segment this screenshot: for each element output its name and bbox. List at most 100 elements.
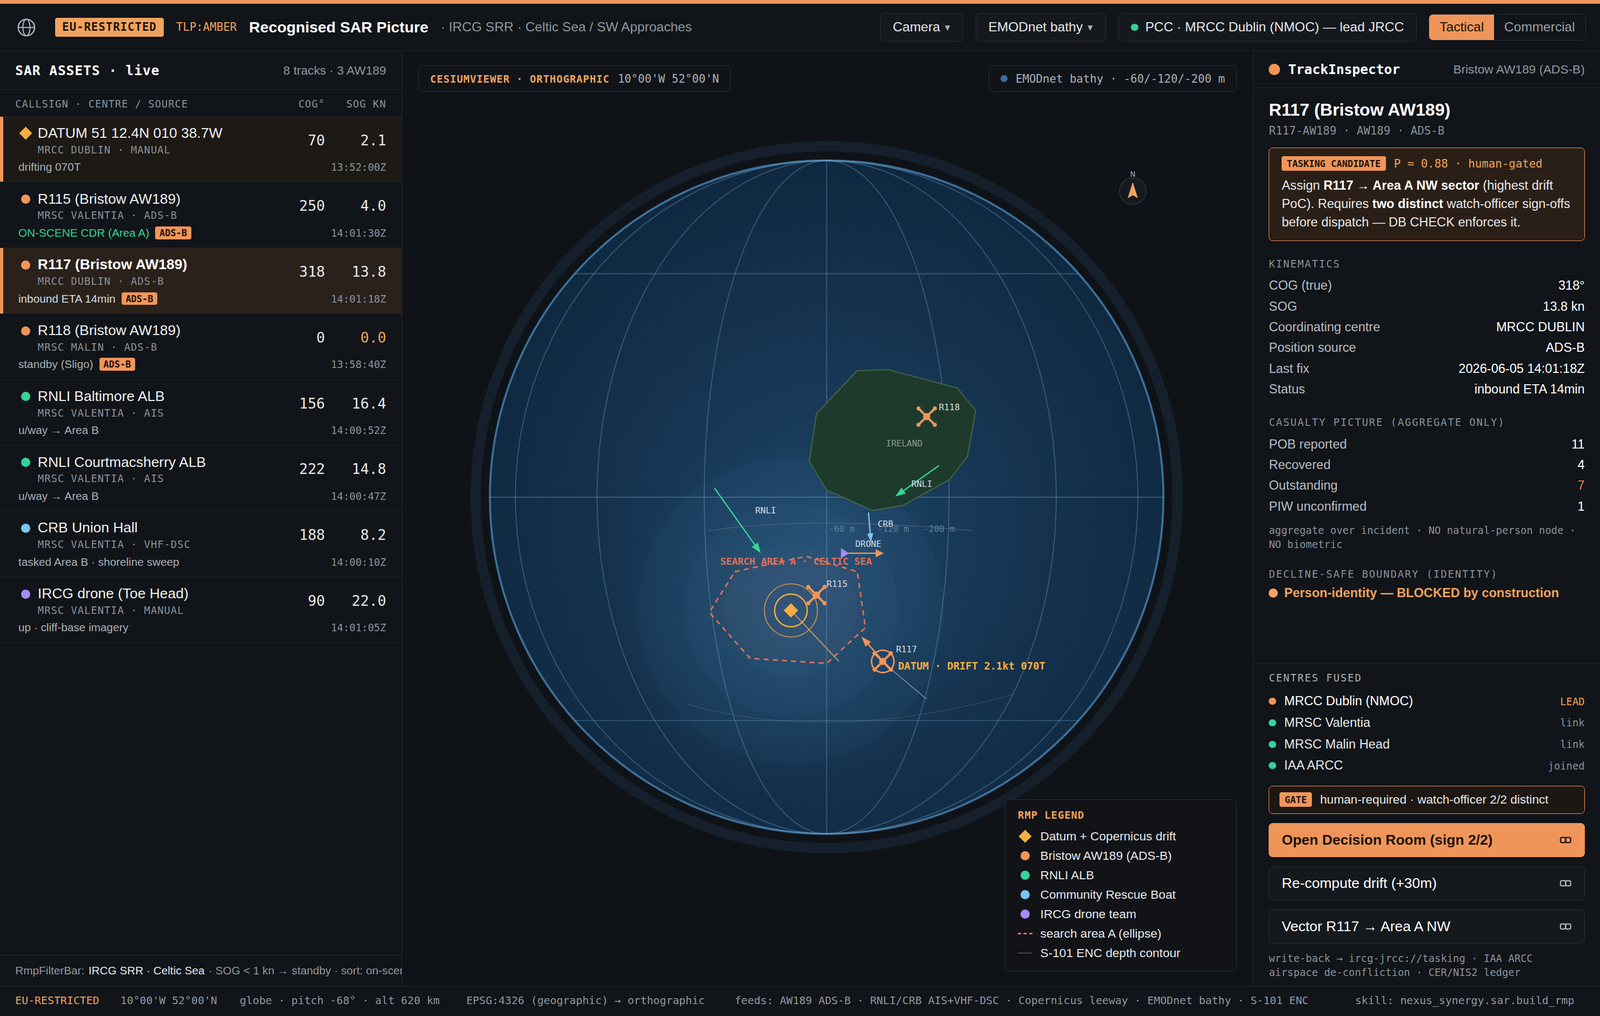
action-button[interactable]: Open Decision Room (sign 2/2)	[1268, 823, 1585, 858]
mode-label: Commercial	[1504, 19, 1576, 35]
callsign: RNLI Baltimore ALB	[37, 388, 264, 405]
row-main-line: RNLI Courtmacsherry ALBMRSC VALENTIA · A…	[18, 454, 386, 485]
row-name-block: RNLI Courtmacsherry ALBMRSC VALENTIA · A…	[37, 454, 264, 485]
legend-marker	[1017, 830, 1032, 844]
rotor	[918, 408, 935, 425]
source: MRSC VALENTIA · VHF-DSC	[37, 538, 264, 551]
mode-label: Tactical	[1439, 19, 1484, 35]
callsign: R118 (Bristow AW189)	[37, 322, 264, 339]
link-icon	[1559, 834, 1572, 847]
link-icon-wrap	[1559, 834, 1572, 847]
rotor-tip	[805, 601, 811, 606]
pcc-indicator: PCC · MRCC Dublin (NMOC) — lead JRCC	[1118, 12, 1417, 42]
hub	[812, 591, 820, 599]
kinematics-row: Coordinating centreMRCC DUBLIN	[1268, 316, 1585, 338]
caret-icon: ▾	[944, 21, 951, 34]
main-area: SAR ASSETS · live8 tracks · 3 AW189CALLS…	[0, 51, 1600, 986]
casualty-note: aggregate over incident · NO natural-per…	[1268, 523, 1585, 552]
cog-cell: 156	[263, 395, 325, 412]
asset-row[interactable]: R117 (Bristow AW189)MRCC DUBLIN · ADS-B3…	[0, 248, 402, 315]
callsign: R117 (Bristow AW189)	[37, 256, 264, 273]
globe	[489, 160, 1164, 835]
action-button[interactable]: Re-compute drift (+30m)	[1268, 866, 1585, 901]
centre-dot	[1268, 741, 1276, 749]
view-label: CESIUMVIEWER · ORTHOGRAPHIC10°00'W 52°00…	[418, 65, 731, 92]
row-status: u/way → Area B	[18, 423, 99, 437]
asset-row[interactable]: RNLI Baltimore ALB MRSC VALENTIA · AIS156…	[0, 380, 402, 446]
viewer-mode: CESIUMVIEWER · ORTHOGRAPHIC	[430, 72, 610, 85]
asset-row[interactable]: IRCG drone (Toe Head)MRSC VALENTIA · MAN…	[0, 577, 402, 644]
mode-tab[interactable]: Commercial	[1494, 14, 1586, 40]
legend-label: IRCG drone team	[1040, 907, 1137, 922]
field-value: 2026-06-05 14:01:18Z	[1458, 361, 1585, 377]
compass-needle-icon	[1127, 181, 1138, 198]
action-button[interactable]: Vector R117 → Area A NW	[1268, 909, 1585, 944]
track-id: R117-AW189 · AW189 · ADS-B	[1268, 124, 1585, 138]
sog-cell: 13.8	[324, 263, 386, 280]
depth-contour	[687, 694, 1015, 723]
legend-label: Bristow AW189 (ADS-B)	[1040, 848, 1172, 864]
legend-dot-icon	[1020, 870, 1030, 880]
centre-tag: link	[1560, 716, 1585, 729]
asset-row[interactable]: DATUM 51 12.4N 010 38.7WMRCC DUBLIN · MA…	[0, 116, 402, 183]
helicopter-icon	[871, 650, 895, 673]
column-label: COG°	[253, 97, 325, 110]
track-dot-icon	[21, 326, 31, 336]
sog-cell: 4.0	[324, 197, 386, 215]
drone-track-line	[844, 552, 878, 554]
asset-row[interactable]: RNLI Courtmacsherry ALBMRSC VALENTIA · A…	[0, 445, 402, 512]
field-label: Status	[1268, 382, 1305, 397]
link-ring	[1565, 924, 1571, 930]
asset-row[interactable]: R118 (Bristow AW189)MRSC MALIN · ADS-B00…	[0, 314, 402, 380]
rotor-tip	[932, 422, 937, 428]
inspector-title: TrackInspector	[1288, 61, 1400, 78]
depth-zone	[683, 503, 898, 718]
kinematics-row: Statusinbound ETA 14min	[1268, 378, 1585, 400]
cog-cell: 90	[263, 592, 325, 610]
callsign: R115 (Bristow AW189)	[37, 190, 264, 208]
asset-row[interactable]: R115 (Bristow AW189)MRSC VALENTIA · ADS-…	[0, 182, 402, 249]
link-ring	[1565, 837, 1571, 843]
link-ring	[1560, 837, 1566, 843]
dropdown-button[interactable]: EMODnet bathy▾	[975, 12, 1106, 42]
rotor	[808, 587, 825, 604]
dropdown-button[interactable]: Camera ▾	[880, 12, 964, 42]
centre-dot	[1268, 697, 1276, 705]
globe-equator	[18, 26, 35, 28]
track-dot-icon	[21, 457, 31, 468]
track-dot-icon	[21, 260, 31, 270]
bathy-glow	[617, 436, 965, 784]
map-label: R115	[826, 578, 848, 590]
status-bar: EU-RESTRICTED10°00'W 52°00'Nglobe · pitc…	[0, 985, 1600, 1016]
source-badge: ADS-B	[155, 226, 191, 240]
map-view[interactable]: R118IRELANDRNLICRB-60 m-120 m-200 mDRONE…	[402, 51, 1253, 986]
source: MRSC VALENTIA · AIS	[37, 407, 264, 419]
legend-label: Community Rescue Boat	[1040, 887, 1176, 903]
sog-cell: 8.2	[324, 526, 386, 544]
r117-heading-icon	[861, 636, 871, 647]
callsign: CRB Union Hall	[37, 519, 264, 537]
field-label: Outstanding	[1268, 478, 1338, 493]
inspector-header: TrackInspectorBristow AW189 (ADS-B)	[1253, 51, 1600, 89]
status-item: EPSG:4326 (geographic) → orthographic	[466, 994, 735, 1009]
dropdown-label: Camera	[892, 19, 940, 35]
asset-row[interactable]: CRB Union HallMRSC VALENTIA · VHF-DSC188…	[0, 511, 402, 578]
status-item: globe · pitch -68° · alt 620 km	[240, 994, 467, 1009]
row-marker	[18, 589, 33, 599]
centre-name: MRSC Malin Head	[1284, 737, 1552, 752]
hub	[922, 412, 930, 420]
rotor	[874, 653, 891, 670]
legend-line-icon	[1017, 952, 1032, 954]
globe-icon	[16, 17, 37, 38]
legend-label: Datum + Copernicus drift	[1040, 829, 1177, 844]
sog-cell: 22.0	[324, 592, 386, 610]
rotor-tip	[932, 406, 937, 411]
cog-cell: 70	[263, 131, 325, 149]
app: EU-RESTRICTEDTLP:AMBERRecognised SAR Pic…	[0, 0, 1600, 1016]
row-name-block: CRB Union HallMRSC VALENTIA · VHF-DSC	[37, 519, 264, 551]
link-icon	[1559, 877, 1572, 890]
fix-time: 14:00:10Z	[330, 556, 386, 569]
mode-tab[interactable]: Tactical	[1429, 14, 1495, 40]
compass-label: N	[1129, 170, 1136, 179]
datum-ring	[774, 594, 808, 627]
